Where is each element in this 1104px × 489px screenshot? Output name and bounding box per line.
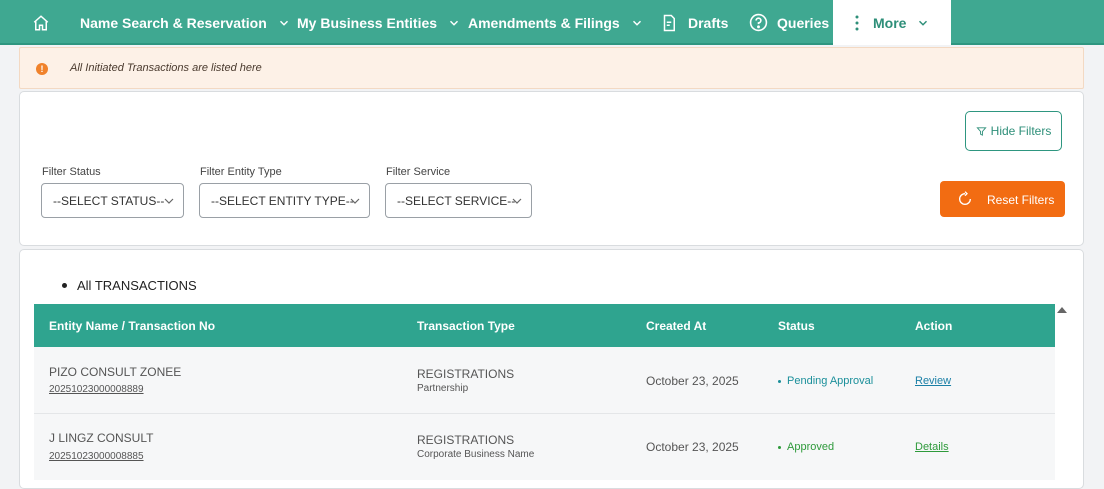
- status-dot-icon: [778, 445, 781, 449]
- reset-filters-button[interactable]: Reset Filters: [940, 181, 1065, 217]
- refresh-icon: [959, 191, 971, 205]
- chevron-down-icon: [632, 20, 641, 26]
- header-status: Status: [778, 319, 815, 333]
- filter-service-value: --SELECT SERVICE--: [397, 193, 516, 208]
- entity-name: J LINGZ CONSULT: [49, 431, 154, 445]
- review-link[interactable]: Review: [915, 375, 951, 387]
- info-alert: ! All Initiated Transactions are listed …: [19, 47, 1084, 89]
- chevron-down-icon: [450, 20, 459, 26]
- nav-amendments-label: Amendments & Filings: [468, 14, 620, 31]
- hide-filters-label: Hide Filters: [990, 124, 1052, 138]
- transactions-panel: All TRANSACTIONS Entity Name / Transacti…: [19, 249, 1084, 489]
- status-badge: Pending Approval: [778, 375, 873, 387]
- table-row: J LINGZ CONSULT 20251023000008885 REGIST…: [34, 414, 1055, 480]
- entity-name: PIZO CONSULT ZONEE: [49, 365, 182, 379]
- status-text: Pending Approval: [787, 375, 874, 387]
- drafts-icon: [663, 14, 675, 31]
- nav-queries[interactable]: Queries: [749, 0, 829, 45]
- chevron-down-icon: [279, 20, 288, 26]
- top-nav: Name Search & Reservation My Business En…: [0, 0, 1104, 45]
- filter-entity-select[interactable]: --SELECT ENTITY TYPE--: [199, 183, 370, 218]
- nav-business-entities[interactable]: My Business Entities: [297, 0, 461, 45]
- filter-status-value: --SELECT STATUS--: [53, 193, 165, 208]
- chevron-down-icon: [350, 198, 360, 204]
- nav-drafts[interactable]: Drafts: [660, 0, 728, 45]
- filter-service-label: Filter Service: [386, 166, 451, 178]
- header-created: Created At: [646, 319, 707, 333]
- filter-entity-value: --SELECT ENTITY TYPE--: [211, 193, 354, 208]
- bullet-icon: [62, 283, 67, 288]
- reset-filters-label: Reset Filters: [987, 193, 1055, 207]
- header-entity: Entity Name / Transaction No: [49, 319, 216, 333]
- filter-status-label: Filter Status: [42, 166, 101, 178]
- nav-name-search[interactable]: Name Search & Reservation: [80, 0, 291, 45]
- tab-all-transactions[interactable]: All TRANSACTIONS: [77, 278, 197, 293]
- filter-entity-label: Filter Entity Type: [200, 166, 282, 178]
- chevron-down-icon: [919, 20, 928, 26]
- chevron-down-icon: [164, 198, 174, 204]
- transaction-subtype: Corporate Business Name: [417, 449, 535, 460]
- nav-business-entities-label: My Business Entities: [297, 14, 438, 31]
- nav-amendments[interactable]: Amendments & Filings: [468, 0, 644, 45]
- transaction-subtype: Partnership: [417, 383, 469, 394]
- filter-status-select[interactable]: --SELECT STATUS--: [41, 183, 184, 218]
- transaction-type: REGISTRATIONS: [417, 433, 515, 447]
- status-dot-icon: [778, 379, 781, 383]
- filter-icon: [976, 126, 987, 136]
- table-row: PIZO CONSULT ZONEE 20251023000008889 REG…: [34, 347, 1055, 413]
- header-type: Transaction Type: [417, 319, 515, 333]
- status-text: Approved: [787, 441, 835, 453]
- nav-more[interactable]: More: [833, 0, 951, 45]
- home-icon[interactable]: [32, 0, 54, 45]
- filter-service-select[interactable]: --SELECT SERVICE--: [385, 183, 532, 218]
- details-link[interactable]: Details: [915, 441, 949, 453]
- transaction-no-link[interactable]: 20251023000008885: [49, 451, 144, 462]
- nav-queries-label: Queries: [777, 14, 830, 31]
- hide-filters-button[interactable]: Hide Filters: [965, 111, 1062, 151]
- kebab-icon: [855, 15, 859, 30]
- created-at: October 23, 2025: [646, 440, 739, 454]
- status-badge: Approved: [778, 441, 834, 453]
- created-at: October 23, 2025: [646, 374, 739, 388]
- transaction-type: REGISTRATIONS: [417, 367, 515, 381]
- header-action: Action: [915, 319, 953, 333]
- nav-drafts-label: Drafts: [688, 14, 729, 31]
- filters-panel: Hide Filters Filter Status --SELECT STAT…: [19, 91, 1084, 246]
- chevron-down-icon: [512, 198, 522, 204]
- scroll-up-arrow-icon[interactable]: [1057, 307, 1067, 313]
- question-circle-icon: [749, 13, 768, 32]
- transaction-no-link[interactable]: 20251023000008889: [49, 384, 144, 395]
- nav-more-label: More: [873, 14, 907, 31]
- exclamation-icon: !: [36, 63, 48, 75]
- nav-name-search-label: Name Search & Reservation: [80, 14, 267, 31]
- alert-text: All Initiated Transactions are listed he…: [70, 62, 262, 74]
- table-header: Entity Name / Transaction No Transaction…: [34, 304, 1055, 347]
